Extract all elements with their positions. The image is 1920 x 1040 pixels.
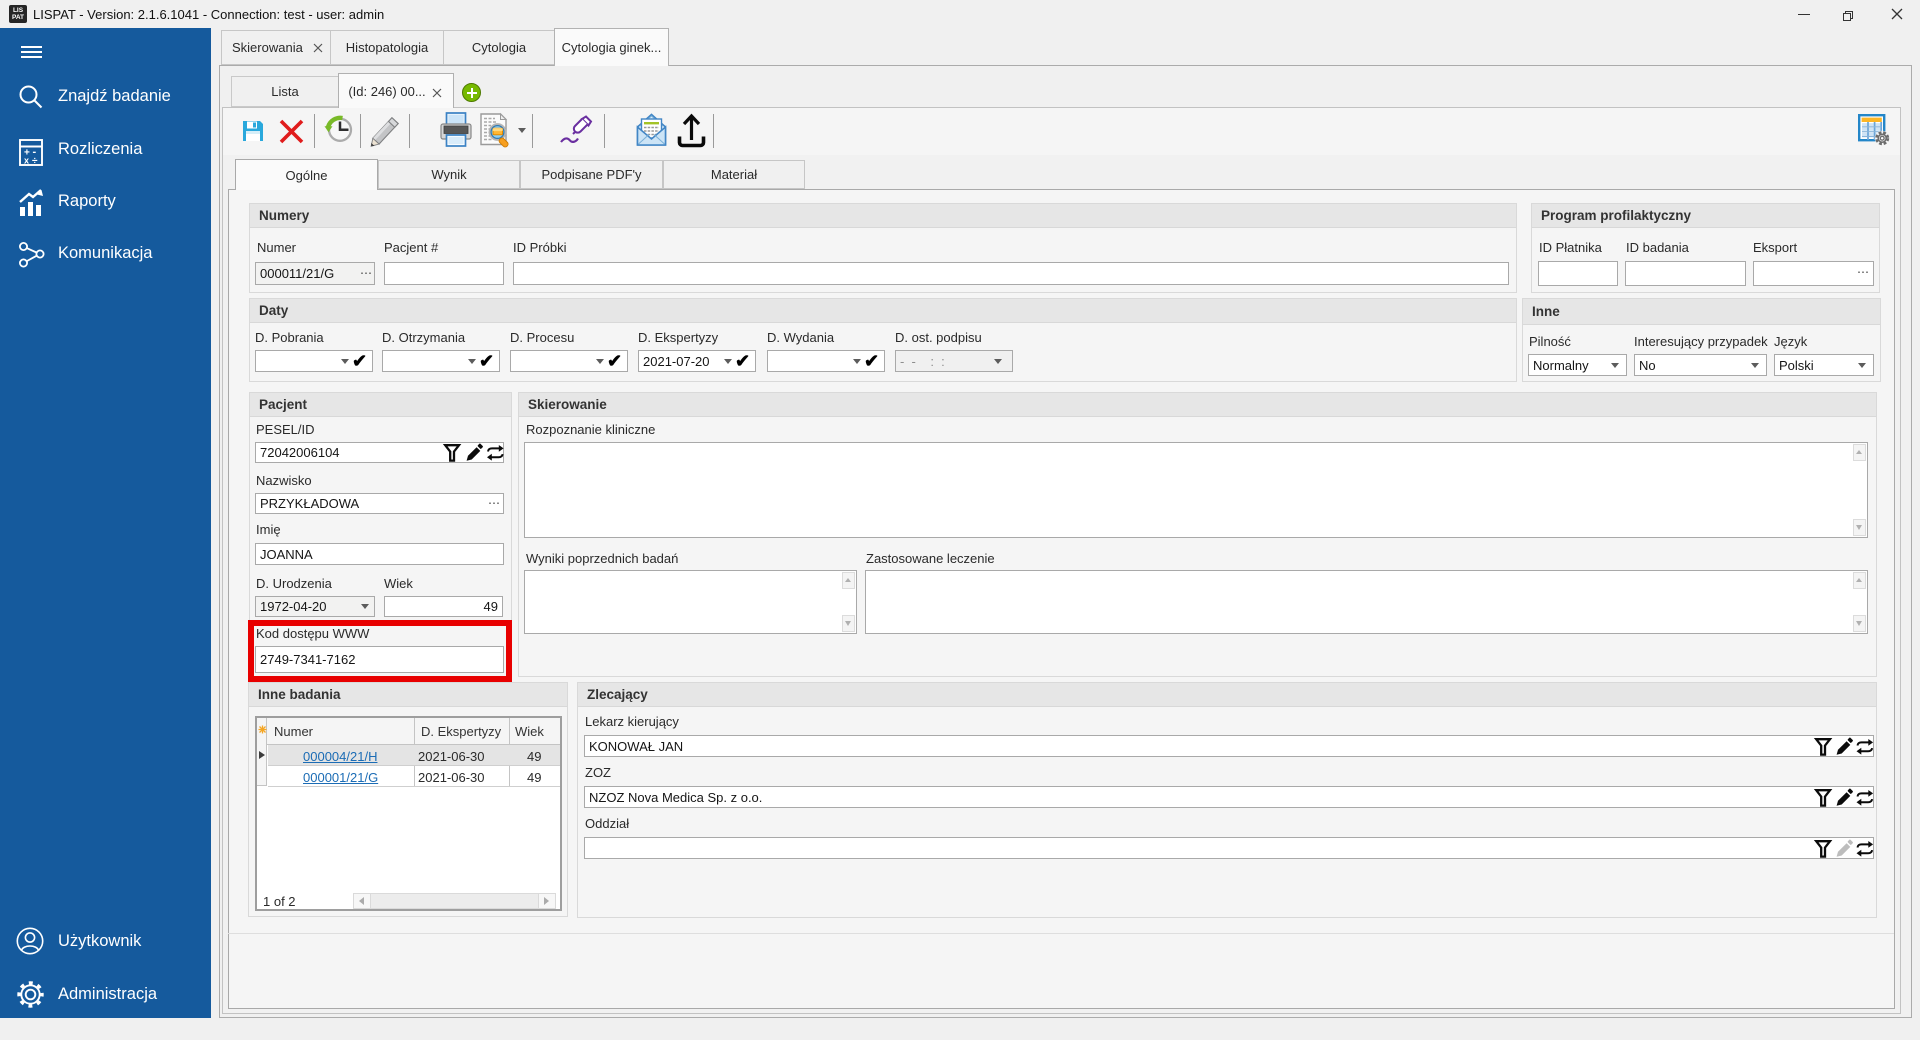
svg-text:÷: ÷ bbox=[32, 156, 38, 167]
svg-text:x: x bbox=[24, 156, 29, 166]
